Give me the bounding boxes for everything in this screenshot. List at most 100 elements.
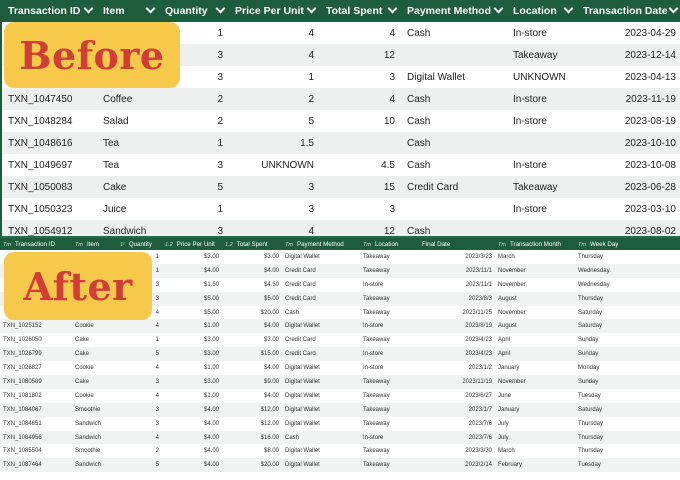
table-cell: 2023/2/14 (415, 458, 495, 473)
after-col-label: Quantity (128, 240, 152, 248)
before-col-transaction-date[interactable]: Transaction Date (577, 0, 680, 22)
table-cell: Sandwich (97, 220, 159, 236)
table-row: TXN_1025152 Cookie 4 $1.00 $4.00 Digital Wall… (0, 319, 680, 334)
after-col-payment-method[interactable]: Tт Payment Method (282, 238, 360, 250)
table-cell: Digital Wallet (282, 458, 360, 473)
chevron-down-icon[interactable] (215, 3, 226, 14)
chevron-down-icon[interactable] (145, 3, 156, 14)
table-cell: 3 (389, 203, 395, 215)
after-col-quantity[interactable]: 1² Quantity (117, 238, 162, 250)
before-col-item[interactable]: Item (97, 0, 159, 22)
table-cell: $4.00 (162, 263, 222, 278)
table-cell: 5 (308, 115, 314, 127)
column-type-icon: 1.2 (165, 241, 173, 248)
after-col-location[interactable]: Tт Location (360, 238, 415, 250)
chevron-down-icon[interactable] (563, 3, 574, 14)
table-cell: November (498, 309, 526, 316)
table-cell: 4 (308, 27, 314, 39)
table-cell: $3.00 (263, 337, 279, 344)
table-cell: 3 (217, 159, 223, 171)
table-cell: Cookie (75, 365, 94, 372)
table-cell: Tuesday (578, 392, 601, 399)
table-cell: 2 (217, 115, 223, 127)
table-cell: Smoothie (72, 402, 117, 417)
table-cell: Thursday (578, 448, 604, 455)
table-cell: January (498, 365, 520, 372)
table-cell: 1 (155, 337, 159, 344)
table-cell (495, 472, 575, 480)
table-cell: UNKNOWN (261, 159, 314, 171)
table-cell (401, 198, 507, 220)
after-col-transaction-month[interactable]: Tт Transaction Month (495, 238, 575, 250)
table-cell (0, 472, 72, 480)
after-col-label: Week Day (589, 240, 619, 248)
table-cell: TXN_1087464 (0, 458, 72, 473)
table-cell: 2 (155, 448, 159, 455)
table-cell (320, 132, 401, 154)
table-row: TXN_1048284 Salad 2 5 10 Cash In-store 2023-08-… (2, 110, 680, 132)
table-cell: TXN_1026799 (0, 347, 72, 362)
column-type-icon: Tт (363, 241, 371, 248)
before-col-quantity[interactable]: Quantity (159, 0, 229, 22)
column-type-icon: 1.2 (225, 241, 233, 248)
table-cell: 2023-08-02 (577, 220, 680, 236)
chevron-down-icon[interactable] (306, 3, 317, 14)
before-col-total-spent[interactable]: Total Spent (320, 0, 401, 22)
table-cell: 2023-03-10 (624, 203, 676, 215)
table-cell (162, 472, 222, 480)
table-cell: August (495, 291, 575, 306)
before-col-payment-method[interactable]: Payment Method (401, 0, 507, 22)
table-cell: Cash (407, 115, 431, 127)
table-cell: Digital Wallet (285, 253, 320, 260)
table-cell: 3 (308, 203, 314, 215)
table-cell (415, 472, 495, 480)
table-cell: Takeaway (360, 263, 415, 278)
after-col-price-per-unit[interactable]: 1.2 Price Per Unit (162, 238, 222, 250)
after-col-final-date[interactable]: Final Date (415, 238, 495, 250)
after-col-item[interactable]: Tт Item (72, 238, 117, 250)
chevron-down-icon[interactable] (387, 3, 398, 14)
after-col-total-spent[interactable]: 1.2 Total Spent (222, 238, 282, 250)
table-cell: Wednesday (575, 263, 680, 278)
table-cell: 2023-10-08 (624, 159, 676, 171)
table-cell: $5.00 (203, 309, 219, 316)
table-cell: August (495, 319, 575, 334)
table-cell: 2023/11/19 (415, 375, 495, 389)
table-cell: Tuesday (575, 458, 680, 473)
table-cell: November (498, 281, 526, 288)
table-cell: 1 (217, 203, 223, 215)
table-cell: 3 (117, 402, 162, 417)
table-row: TXN_1084067 Smoothie 3 $4.00 $12.00 Digital W… (0, 402, 680, 417)
before-badge: Before (4, 22, 180, 88)
before-col-label: Quantity (165, 5, 208, 17)
after-col-label: Item (86, 240, 99, 248)
after-col-transaction-id[interactable]: Tт Transaction ID (0, 238, 72, 250)
table-cell: Cookie (72, 319, 117, 334)
table-cell: Cash (401, 220, 507, 236)
table-cell: 12 (320, 220, 401, 236)
table-cell: Takeaway (363, 448, 390, 455)
chevron-down-icon[interactable] (83, 3, 94, 14)
table-cell: 2023/1/2 (468, 365, 492, 372)
table-cell: 2023/7/6 (468, 420, 492, 427)
after-col-week-day[interactable]: Tт Week Day (575, 238, 680, 250)
chevron-down-icon[interactable] (493, 3, 504, 14)
before-col-location[interactable]: Location (507, 0, 577, 22)
before-col-price-per-unit[interactable]: Price Per Unit (229, 0, 320, 22)
before-col-label: Transaction Date (583, 5, 668, 17)
table-cell: Digital Wallet (285, 365, 320, 372)
before-col-transaction-id[interactable]: Transaction ID (2, 0, 97, 22)
table-cell: Cash (407, 27, 431, 39)
table-cell: Takeaway (360, 375, 415, 389)
after-col-label: Price Per Unit (176, 240, 215, 248)
chevron-down-icon[interactable] (668, 3, 679, 14)
table-cell: Takeaway (363, 253, 390, 260)
table-cell: 5 (159, 176, 229, 198)
table-cell: Takeaway (360, 458, 415, 473)
table-cell: 4.5 (381, 159, 395, 171)
table-cell: TXN_1080589 (0, 375, 72, 389)
column-type-icon: Tт (75, 241, 83, 248)
table-cell: 2 (229, 88, 320, 110)
table-cell: July (495, 430, 575, 445)
table-cell: $12.00 (260, 420, 279, 427)
